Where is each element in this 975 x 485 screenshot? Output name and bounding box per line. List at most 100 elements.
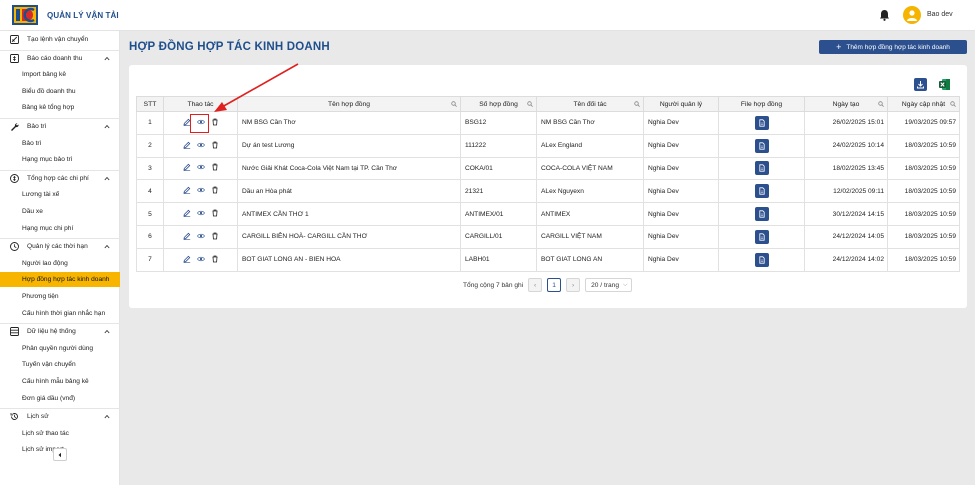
cell-updated: 18/03/2025 10:59: [887, 179, 960, 204]
cell-actions: [163, 202, 238, 226]
sidebar-item-label: Bảng kê tổng hợp: [22, 104, 75, 112]
sidebar-item-3[interactable]: Biểu đồ doanh thu: [0, 84, 120, 99]
sidebar-group-5[interactable]: Bảo trì: [0, 119, 120, 134]
history-icon: [10, 413, 18, 421]
company-logo[interactable]: [12, 5, 38, 25]
edit-icon[interactable]: [182, 209, 191, 217]
file-button[interactable]: [754, 207, 769, 222]
delete-icon[interactable]: [211, 118, 219, 126]
delete-icon[interactable]: [211, 232, 219, 240]
caret-left-icon: [58, 452, 61, 457]
sidebar-item-16[interactable]: Cấu hình thời gian nhắc hạn: [0, 306, 120, 321]
file-button[interactable]: [754, 229, 769, 244]
sidebar-item-label: Cấu hình mẫu bảng kê: [22, 378, 89, 385]
user-name[interactable]: Bao dev: [927, 11, 953, 18]
sidebar-item-21[interactable]: Đơn giá dầu (vnđ): [0, 391, 120, 406]
edit-icon[interactable]: [182, 141, 191, 149]
sidebar-item-14[interactable]: Hợp đồng hợp tác kinh doanh: [0, 272, 120, 288]
edit-icon[interactable]: [182, 232, 191, 240]
dollar-circle-icon: [10, 173, 19, 183]
sidebar-item-label: Tổng hợp các chi phí: [27, 174, 89, 182]
file-button[interactable]: [754, 161, 769, 176]
sidebar-item-19[interactable]: Tuyến vận chuyển: [0, 357, 120, 372]
sidebar-item-15[interactable]: Phương tiện: [0, 289, 120, 304]
delete-icon[interactable]: [211, 163, 219, 171]
download-button[interactable]: [914, 78, 927, 91]
next-page-button[interactable]: ›: [566, 278, 581, 292]
cell-contract-file: [718, 156, 805, 181]
add-contract-button[interactable]: + Thêm hợp đồng hợp tác kinh doanh: [819, 40, 967, 54]
edit-icon[interactable]: [182, 163, 191, 172]
sidebar-group-12[interactable]: Quản lý các thời hạn: [0, 239, 120, 254]
col-partner[interactable]: Tên đối tác: [536, 96, 644, 112]
sidebar-item-10[interactable]: Dầu xe: [0, 204, 120, 219]
search-icon[interactable]: [950, 101, 956, 107]
sidebar-item-6[interactable]: Bảo trì: [0, 136, 120, 151]
user-avatar[interactable]: [903, 6, 921, 24]
page-size-select[interactable]: 20 / trang ⌵: [585, 278, 633, 292]
sidebar-group-1[interactable]: Báo cáo doanh thu: [0, 51, 120, 66]
collapse-sidebar-button[interactable]: [53, 448, 67, 461]
page-number[interactable]: 1: [547, 278, 562, 292]
app-title: QUẢN LÝ VẬN TẢI: [47, 11, 119, 20]
file-button[interactable]: [754, 252, 769, 267]
search-icon[interactable]: [878, 101, 884, 107]
sidebar-item-7[interactable]: Hạng mục bảo trì: [0, 152, 120, 167]
col-updated[interactable]: Ngày cập nhật: [887, 96, 960, 112]
delete-icon[interactable]: [211, 186, 219, 194]
bell-icon[interactable]: [879, 9, 890, 21]
view-icon[interactable]: [196, 255, 205, 263]
cell-manager: Nghia Dev: [643, 202, 719, 226]
page-title: HỢP ĐỒNG HỢP TÁC KINH DOANH: [129, 41, 330, 53]
view-icon[interactable]: [196, 186, 205, 194]
edit-icon[interactable]: [182, 186, 191, 195]
chevron-up-icon: [104, 330, 110, 334]
col-contract-number[interactable]: Số hợp đồng: [460, 96, 537, 112]
contracts-table: STT Thao tác Tên hợp đồng Số hợp đồng Tê…: [136, 96, 960, 272]
file-button[interactable]: [754, 184, 769, 199]
view-icon[interactable]: [196, 232, 205, 240]
search-icon[interactable]: [451, 101, 457, 107]
sidebar-item-9[interactable]: Lương tài xế: [0, 187, 120, 202]
cell-updated: 18/03/2025 10:59: [887, 224, 960, 249]
cell-stt: 7: [136, 247, 164, 272]
cell-contract-file: [718, 224, 805, 249]
delete-icon[interactable]: [211, 209, 219, 217]
cell-created: 24/12/2024 14:05: [804, 224, 888, 249]
file-button[interactable]: [754, 115, 769, 130]
file-icon: [758, 256, 765, 264]
sidebar-item-label: Bảo trì: [27, 123, 47, 130]
sidebar-group-0[interactable]: Tạo lệnh vận chuyển: [0, 32, 120, 47]
sidebar-item-13[interactable]: Người lao động: [0, 256, 120, 271]
sidebar-item-18[interactable]: Phân quyền người dùng: [0, 341, 120, 356]
view-icon[interactable]: [196, 163, 205, 171]
sidebar-group-17[interactable]: Dữ liệu hệ thống: [0, 324, 120, 339]
col-contract-name[interactable]: Tên hợp đồng: [237, 96, 461, 112]
file-button[interactable]: [754, 138, 769, 153]
plus-icon: +: [836, 41, 842, 52]
search-icon[interactable]: [527, 101, 533, 107]
view-icon[interactable]: [196, 209, 205, 217]
sidebar-group-22[interactable]: Lịch sử: [0, 409, 120, 424]
delete-icon[interactable]: [211, 141, 219, 149]
sidebar-item-4[interactable]: Bảng kê tổng hợp: [0, 100, 120, 115]
sidebar-group-8[interactable]: Tổng hợp các chi phí: [0, 171, 120, 186]
delete-icon[interactable]: [211, 255, 219, 263]
sidebar-item-11[interactable]: Hạng mục chi phí: [0, 221, 120, 236]
cell-stt: 2: [136, 133, 164, 158]
cell-contract-name: Dầu an Hòa phát: [237, 179, 461, 204]
prev-page-button[interactable]: ‹: [528, 278, 543, 292]
file-icon: [758, 233, 765, 241]
col-updated-label: Ngày cập nhật: [901, 100, 946, 108]
sidebar-item-label: Hợp đồng hợp tác kinh doanh: [22, 276, 110, 284]
table-row: 7 BOT GIAT LONG AN - BIEN HOA LABH01 BOT GI…: [136, 247, 960, 272]
view-icon[interactable]: [196, 141, 205, 149]
sidebar-item-23[interactable]: Lịch sử thao tác: [0, 426, 120, 441]
search-icon[interactable]: [634, 101, 640, 107]
col-created[interactable]: Ngày tạo: [804, 96, 888, 112]
sidebar-item-20[interactable]: Cấu hình mẫu bảng kê: [0, 374, 120, 389]
export-excel-button[interactable]: [938, 78, 951, 91]
edit-icon[interactable]: [182, 255, 191, 263]
sidebar-item-2[interactable]: Import bảng kê: [0, 67, 120, 82]
user-icon: [907, 10, 917, 21]
